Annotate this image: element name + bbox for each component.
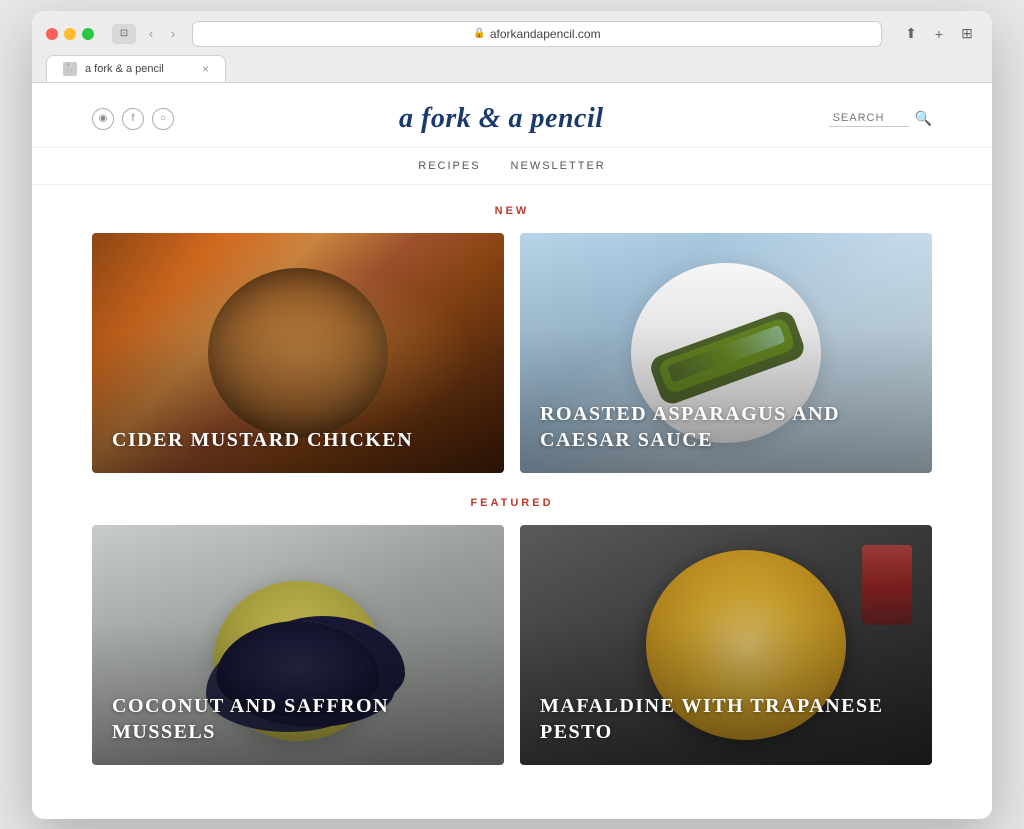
mussels-title: COCONUT AND SAFFRON MUSSELS — [112, 693, 484, 745]
active-tab[interactable]: 🍴 a fork & a pencil × — [46, 55, 226, 82]
lock-icon: 🔒 — [473, 28, 485, 39]
recipe-card-mussels[interactable]: COCONUT AND SAFFRON MUSSELS — [92, 525, 504, 765]
search-icon[interactable]: 🔍 — [915, 110, 932, 127]
nav-link-newsletter[interactable]: NEWSLETTER — [511, 160, 606, 172]
traffic-lights — [46, 28, 94, 40]
instagram-icon[interactable]: ○ — [152, 108, 174, 130]
featured-recipe-grid: COCONUT AND SAFFRON MUSSELS MAFALDINE WI… — [92, 525, 932, 765]
fullscreen-traffic-light[interactable] — [82, 28, 94, 40]
share-button[interactable]: ⬆ — [900, 23, 922, 45]
grid-view-button[interactable]: ⊞ — [956, 23, 978, 45]
recipe-card-pasta[interactable]: MAFALDINE WITH TRAPANESE PESTO — [520, 525, 932, 765]
forward-button[interactable]: › — [164, 25, 182, 43]
tab-title: a fork & a pencil — [85, 63, 164, 75]
address-bar-row: 🔒 aforkandapencil.com — [192, 21, 882, 47]
website-content: ◉ f ○ a fork & a pencil 🔍 RECIPES NEWSLE… — [32, 83, 992, 819]
recipe-card-asparagus[interactable]: ROASTED ASPARAGUS AND CAESAR SAUCE — [520, 233, 932, 473]
new-tab-button[interactable]: + — [928, 23, 950, 45]
pasta-title: MAFALDINE WITH TRAPANESE PESTO — [540, 693, 912, 745]
browser-window: ⊡ ‹ › 🔒 aforkandapencil.com ⬆ + ⊞ — [32, 11, 992, 819]
browser-nav: ‹ › — [142, 25, 182, 43]
sidebar-toggle-button[interactable]: ⊡ — [112, 24, 136, 44]
browser-actions: ⬆ + ⊞ — [900, 23, 978, 45]
browser-controls: ⊡ ‹ › — [112, 24, 182, 44]
facebook-icon[interactable]: f — [122, 108, 144, 130]
address-text: aforkandapencil.com — [490, 27, 601, 41]
asparagus-title: ROASTED ASPARAGUS AND CAESAR SAUCE — [540, 401, 912, 453]
browser-chrome: ⊡ ‹ › 🔒 aforkandapencil.com ⬆ + ⊞ — [32, 11, 992, 83]
tab-bar: 🍴 a fork & a pencil × — [46, 55, 978, 82]
search-input[interactable] — [829, 110, 909, 127]
rss-icon[interactable]: ◉ — [92, 108, 114, 130]
recipe-card-cider-chicken[interactable]: CIDER MUSTARD CHICKEN — [92, 233, 504, 473]
new-recipe-grid: CIDER MUSTARD CHICKEN ROASTED ASPARAGUS … — [92, 233, 932, 473]
browser-titlebar: ⊡ ‹ › 🔒 aforkandapencil.com ⬆ + ⊞ — [46, 21, 978, 47]
site-title[interactable]: a fork & a pencil — [399, 103, 604, 135]
main-content: NEW CIDER MUSTARD CHICKEN ROASTED ASPARA… — [32, 185, 992, 819]
nav-link-recipes[interactable]: RECIPES — [418, 160, 480, 172]
minimize-traffic-light[interactable] — [64, 28, 76, 40]
close-traffic-light[interactable] — [46, 28, 58, 40]
back-button[interactable]: ‹ — [142, 25, 160, 43]
tab-close-button[interactable]: × — [202, 62, 209, 76]
site-header: ◉ f ○ a fork & a pencil 🔍 — [32, 83, 992, 148]
cider-chicken-title: CIDER MUSTARD CHICKEN — [112, 427, 484, 453]
site-nav: RECIPES NEWSLETTER — [32, 148, 992, 185]
new-section-label: NEW — [92, 205, 932, 217]
featured-section-label: FEATURED — [92, 497, 932, 509]
header-social: ◉ f ○ — [92, 108, 174, 130]
tab-favicon: 🍴 — [63, 62, 77, 76]
address-bar[interactable]: 🔒 aforkandapencil.com — [192, 21, 882, 47]
header-search: 🔍 — [829, 110, 932, 127]
